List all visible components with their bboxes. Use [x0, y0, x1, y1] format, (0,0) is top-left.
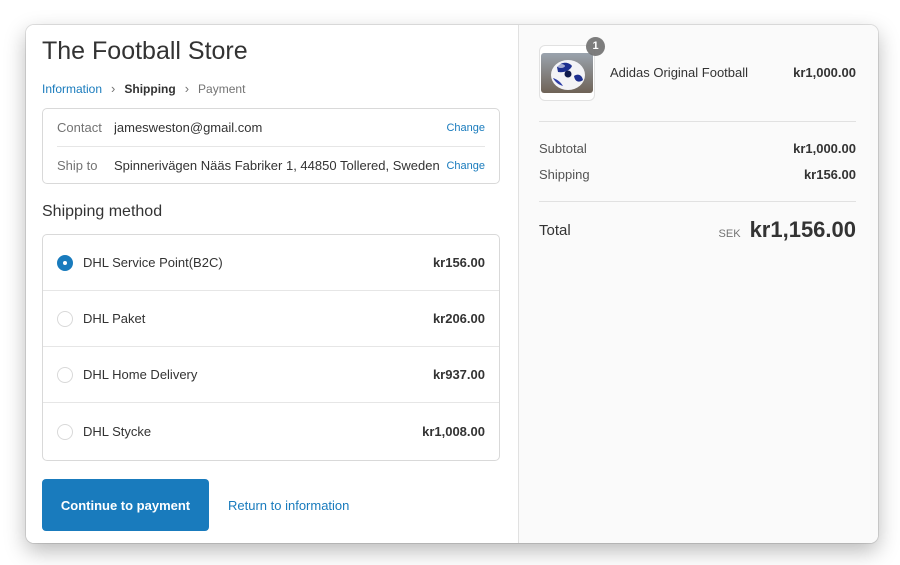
- football-image: [541, 53, 593, 93]
- shipping-option-label: DHL Paket: [83, 311, 146, 326]
- review-block: Contact jamesweston@gmail.com Change Shi…: [42, 108, 500, 184]
- shipping-value: kr156.00: [803, 167, 856, 182]
- review-ship-to-row: Ship to Spinnerivägen Nääs Fabriker 1, 4…: [57, 147, 485, 184]
- review-contact-row: Contact jamesweston@gmail.com Change: [57, 109, 485, 147]
- subtotal-row: Subtotal kr1,000.00: [539, 141, 856, 156]
- shipping-option-price: kr206.00: [432, 311, 485, 326]
- ship-to-value: Spinnerivägen Nääs Fabriker 1, 44850 Tol…: [114, 158, 440, 173]
- ship-to-label: Ship to: [57, 158, 98, 173]
- contact-value: jamesweston@gmail.com: [114, 120, 263, 135]
- checkout-main: The Football Store Information › Shippin…: [26, 25, 518, 543]
- shipping-option-label: DHL Home Delivery: [83, 367, 198, 382]
- breadcrumb: Information › Shipping › Payment: [42, 81, 245, 96]
- shipping-option-label: DHL Service Point(B2C): [83, 255, 223, 270]
- shipping-methods-list: DHL Service Point(B2C) kr156.00 DHL Pake…: [42, 234, 500, 461]
- radio-unselected-icon[interactable]: [57, 423, 73, 440]
- shipping-option-price: kr1,008.00: [422, 424, 485, 439]
- chevron-right-icon: ›: [111, 81, 116, 96]
- breadcrumb-information[interactable]: Information: [42, 82, 102, 96]
- checkout-window: The Football Store Information › Shippin…: [26, 25, 878, 543]
- shipping-option-dhl-home-delivery[interactable]: DHL Home Delivery kr937.00: [43, 347, 499, 403]
- continue-to-payment-button[interactable]: Continue to payment: [42, 479, 209, 531]
- shipping-option-dhl-stycke[interactable]: DHL Stycke kr1,008.00: [43, 403, 499, 460]
- shipping-option-price: kr156.00: [432, 255, 485, 270]
- currency-code: SEK: [718, 228, 741, 240]
- change-contact-link[interactable]: Change: [446, 122, 485, 134]
- shipping-option-label: DHL Stycke: [83, 424, 152, 439]
- shipping-row: Shipping kr156.00: [539, 167, 856, 182]
- product-name: Adidas Original Football: [610, 65, 749, 80]
- shipping-label: Shipping: [539, 167, 590, 182]
- shipping-option-dhl-paket[interactable]: DHL Paket kr206.00: [43, 291, 499, 347]
- total-label: Total: [539, 222, 571, 239]
- divider: [539, 201, 856, 202]
- breadcrumb-payment: Payment: [198, 81, 246, 96]
- total-amount: SEK kr1,156.00: [719, 217, 856, 243]
- return-to-information-link[interactable]: Return to information: [228, 498, 349, 513]
- change-address-link[interactable]: Change: [446, 160, 485, 172]
- shipping-method-title: Shipping method: [42, 203, 163, 220]
- quantity-badge: 1: [586, 37, 605, 56]
- store-title[interactable]: The Football Store: [42, 37, 248, 66]
- radio-unselected-icon[interactable]: [57, 366, 73, 383]
- football-icon: [541, 53, 593, 93]
- subtotal-label: Subtotal: [539, 141, 587, 156]
- shipping-option-dhl-service-point[interactable]: DHL Service Point(B2C) kr156.00: [43, 235, 499, 291]
- product-thumbnail: [539, 45, 595, 101]
- shipping-option-price: kr937.00: [432, 367, 485, 382]
- contact-label: Contact: [57, 120, 102, 135]
- radio-unselected-icon[interactable]: [57, 310, 73, 327]
- divider: [539, 121, 856, 122]
- order-summary-sidebar: 1 Adidas Original Football kr1,000.00 Su…: [518, 25, 878, 543]
- radio-selected-icon[interactable]: [57, 254, 73, 271]
- subtotal-value: kr1,000.00: [793, 141, 856, 156]
- total-value: kr1,156.00: [749, 217, 856, 242]
- chevron-right-icon: ›: [184, 81, 190, 96]
- breadcrumb-shipping: Shipping: [124, 81, 176, 96]
- product-price: kr1,000.00: [793, 65, 856, 80]
